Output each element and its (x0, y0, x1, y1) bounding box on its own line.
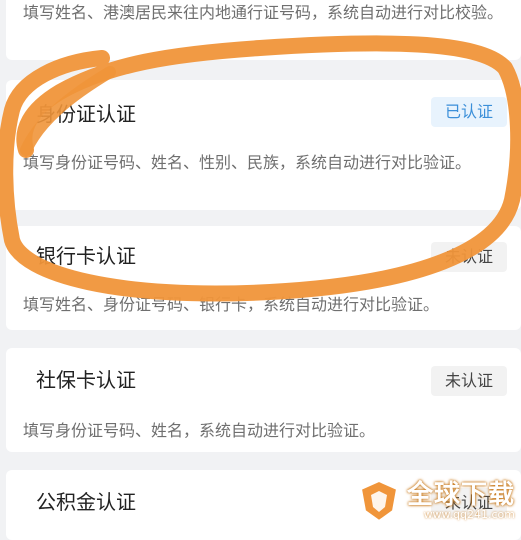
card-title: 公积金认证 (36, 490, 136, 514)
shield-logo-icon (359, 479, 399, 523)
card-title: 身份证认证 (36, 102, 136, 126)
card-social-security-verification[interactable]: 社保卡认证 未认证 填写身份证号码、姓名，系统自动进行对比验证。 (6, 348, 521, 452)
card-title: 社保卡认证 (36, 368, 136, 392)
watermark-url: www.qq241.com (423, 508, 515, 521)
status-badge-unverified: 未认证 (430, 242, 507, 272)
watermark-text: 全球下载 (406, 480, 515, 510)
card-description: 填写姓名、港澳居民来往内地通行证号码，系统自动进行对比校验。 (23, 3, 504, 22)
card-description: 填写姓名、身份证号码、银行卡，系统自动进行对比验证。 (23, 295, 440, 314)
status-badge-unverified: 未认证 (430, 366, 507, 396)
card-bank-card-verification[interactable]: 银行卡认证 未认证 填写姓名、身份证号码、银行卡，系统自动进行对比验证。 (6, 226, 521, 330)
card-title: 银行卡认证 (36, 244, 136, 268)
card-description: 填写身份证号码、姓名，系统自动进行对比验证。 (23, 421, 376, 440)
card-description: 填写身份证号码、姓名、性别、民族，系统自动进行对比验证。 (23, 153, 472, 172)
card-id-card-verification[interactable]: 身份证认证 已认证 填写身份证号码、姓名、性别、民族，系统自动进行对比验证。 (6, 80, 521, 210)
status-badge-verified: 已认证 (430, 97, 507, 127)
watermark-logo: 全球下载 www.qq241.com (357, 479, 515, 523)
card-hkmacau-permit[interactable]: 填写姓名、港澳居民来往内地通行证号码，系统自动进行对比校验。 (6, 0, 521, 60)
